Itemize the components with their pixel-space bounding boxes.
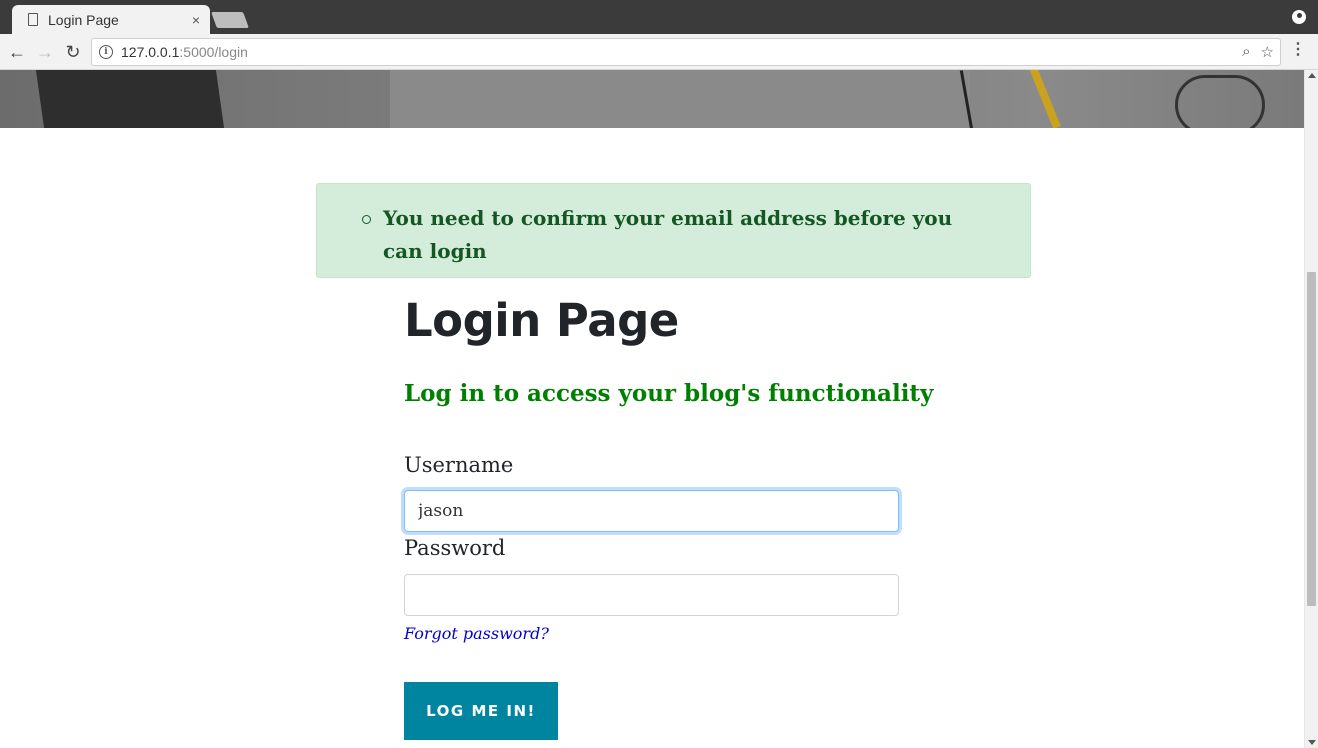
url-host: 127.0.0.1 — [121, 44, 180, 60]
page-scrollbar[interactable] — [1304, 70, 1318, 748]
hero-pencil-shape — [1027, 70, 1061, 128]
tab-title: Login Page — [48, 11, 119, 28]
password-label: Password — [404, 536, 506, 560]
info-icon[interactable]: i — [99, 45, 113, 59]
url-path: :5000/login — [179, 44, 248, 60]
page-title: Login Page — [404, 294, 679, 347]
star-icon[interactable]: ☆ — [1261, 43, 1274, 61]
password-input[interactable] — [404, 574, 899, 616]
login-button[interactable]: LOG ME IN! — [404, 682, 558, 740]
url-text: 127.0.0.1:5000/login — [121, 44, 248, 60]
back-icon[interactable]: ← — [6, 41, 28, 63]
header-image — [0, 70, 1304, 128]
flash-message-list: You need to confirm your email address b… — [317, 184, 1030, 268]
browser-tab[interactable]: Login Page × — [12, 5, 210, 34]
scrollbar-thumb[interactable] — [1307, 272, 1316, 606]
scroll-up-icon[interactable] — [1308, 73, 1316, 78]
reload-icon[interactable]: ↻ — [62, 41, 84, 63]
scroll-down-icon[interactable] — [1308, 740, 1316, 745]
forward-icon[interactable]: → — [34, 41, 56, 63]
page-viewport: You need to confirm your email address b… — [0, 70, 1304, 748]
flash-message: You need to confirm your email address b… — [362, 202, 990, 268]
flash-alert: You need to confirm your email address b… — [316, 183, 1031, 278]
page-icon — [28, 13, 38, 26]
close-icon[interactable]: × — [192, 12, 200, 28]
browser-toolbar: ← → ↻ i 127.0.0.1:5000/login ⌕ ☆ ⋮ — [0, 34, 1318, 70]
profile-icon[interactable] — [1292, 10, 1306, 24]
new-tab-button[interactable] — [211, 12, 249, 28]
hero-paper-shape — [390, 70, 970, 128]
hero-glasses-shape — [1175, 75, 1265, 128]
username-label: Username — [404, 453, 514, 477]
zoom-icon[interactable]: ⌕ — [1242, 43, 1250, 61]
menu-icon[interactable]: ⋮ — [1290, 42, 1306, 58]
browser-titlebar: Login Page × — [0, 0, 1318, 34]
forgot-password-link[interactable]: Forgot password? — [404, 624, 549, 643]
page-subtitle: Log in to access your blog's functionali… — [404, 380, 934, 407]
username-input[interactable] — [404, 490, 899, 532]
address-bar[interactable]: i 127.0.0.1:5000/login ⌕ ☆ — [91, 38, 1281, 66]
hero-laptop-shape — [35, 70, 225, 128]
